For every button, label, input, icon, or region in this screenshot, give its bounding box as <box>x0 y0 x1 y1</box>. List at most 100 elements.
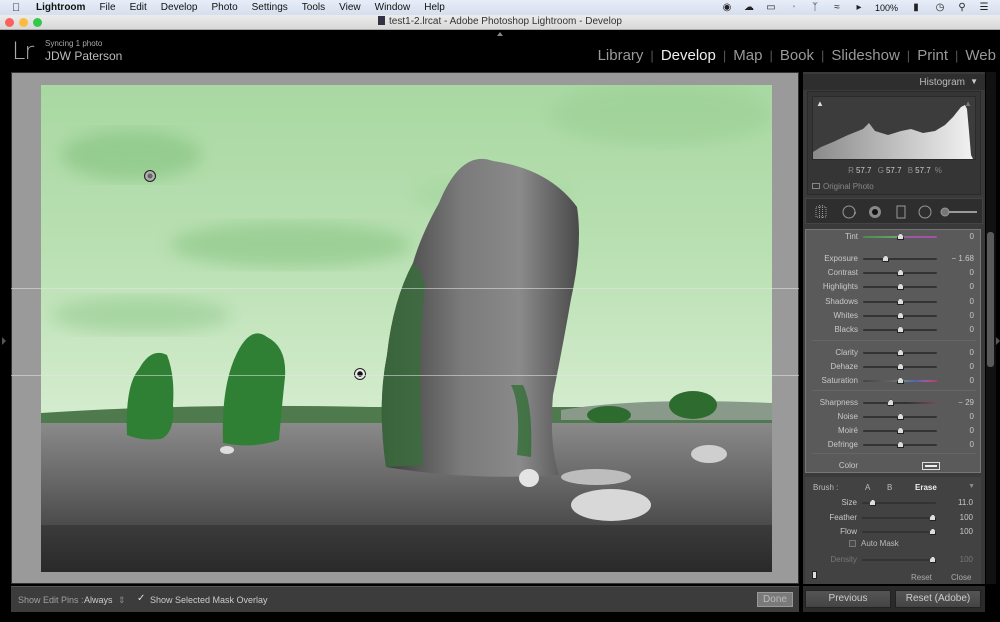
module-print[interactable]: Print <box>910 47 955 64</box>
menu-help[interactable]: Help <box>424 2 445 13</box>
clarity-knob[interactable] <box>897 349 904 356</box>
sharpness-slider[interactable] <box>863 399 937 406</box>
shadows-slider[interactable] <box>863 298 937 305</box>
saturation-knob[interactable] <box>897 377 904 384</box>
density-knob[interactable] <box>929 556 937 563</box>
whites-knob[interactable] <box>897 312 904 319</box>
dehaze-knob[interactable] <box>897 363 904 370</box>
tint-value[interactable]: 0 <box>970 232 974 241</box>
overlay-checkbox[interactable]: ✓ <box>137 593 145 604</box>
moire-knob[interactable] <box>897 427 904 434</box>
brush-erase-tab[interactable]: Erase <box>915 483 937 492</box>
bluetooth-icon[interactable]: ᛉ <box>809 2 821 13</box>
size-slider[interactable] <box>862 499 936 506</box>
whites-slider[interactable] <box>863 312 937 319</box>
highlight-clipping-icon[interactable]: ▲ <box>964 99 972 108</box>
collapse-triangle-icon[interactable]: ▼ <box>968 483 975 490</box>
right-panel-toggle-icon[interactable] <box>996 337 1000 345</box>
volume-icon[interactable]: ▸ <box>853 2 865 13</box>
tint-knob[interactable] <box>897 233 904 240</box>
image-viewer[interactable] <box>11 72 799 584</box>
feather-value[interactable]: 100 <box>960 513 973 522</box>
brush-reset-button[interactable]: Reset <box>911 573 932 582</box>
menu-window[interactable]: Window <box>375 2 411 13</box>
menu-view[interactable]: View <box>339 2 361 13</box>
edit-pin[interactable] <box>144 170 156 182</box>
noise-value[interactable]: 0 <box>970 412 974 421</box>
flow-slider[interactable] <box>862 528 937 535</box>
clarity-value[interactable]: 0 <box>970 348 974 357</box>
dehaze-slider[interactable] <box>863 363 937 370</box>
shadows-knob[interactable] <box>897 298 904 305</box>
time-machine-icon[interactable]: ◔ <box>787 2 799 13</box>
dehaze-value[interactable]: 0 <box>970 362 974 371</box>
menu-tools[interactable]: Tools <box>302 2 325 13</box>
noise-knob[interactable] <box>897 413 904 420</box>
feather-knob[interactable] <box>929 514 937 521</box>
module-web[interactable]: Web <box>958 47 996 64</box>
contrast-knob[interactable] <box>897 269 904 276</box>
menu-edit[interactable]: Edit <box>130 2 147 13</box>
histogram-header[interactable]: Histogram ▼ <box>803 74 985 90</box>
blacks-knob[interactable] <box>897 326 904 333</box>
module-map[interactable]: Map <box>726 47 769 64</box>
menu-develop[interactable]: Develop <box>161 2 198 13</box>
contrast-slider[interactable] <box>863 269 937 276</box>
auto-mask-checkbox[interactable] <box>849 540 856 547</box>
menu-settings[interactable]: Settings <box>252 2 288 13</box>
highlights-slider[interactable] <box>863 283 937 290</box>
size-knob[interactable] <box>869 499 877 506</box>
spotlight-icon[interactable]: ⚲ <box>956 2 968 13</box>
previous-button[interactable]: Previous <box>805 590 891 608</box>
cloud-icon[interactable]: ☁ <box>743 2 755 13</box>
size-value[interactable]: 11.0 <box>958 498 973 507</box>
brush-close-button[interactable]: Close <box>951 573 971 582</box>
flow-knob[interactable] <box>929 528 937 535</box>
adjustment-brush-icon[interactable] <box>940 205 980 219</box>
menu-photo[interactable]: Photo <box>212 2 238 13</box>
original-photo-toggle[interactable]: Original Photo <box>812 182 874 191</box>
exposure-knob[interactable] <box>882 255 890 262</box>
histogram-graph[interactable]: ▲ ▲ <box>812 96 976 160</box>
auto-mask-label[interactable]: Auto Mask <box>861 539 899 548</box>
panel-switch-icon[interactable] <box>812 571 817 579</box>
defringe-knob[interactable] <box>897 441 904 448</box>
identity-plate[interactable]: Syncing 1 photo JDW Paterson <box>45 39 122 63</box>
defringe-slider[interactable] <box>863 441 937 448</box>
tint-slider[interactable] <box>863 233 937 240</box>
show-edit-pins-select[interactable]: Always <box>84 595 113 605</box>
module-slideshow[interactable]: Slideshow <box>824 47 906 64</box>
collapse-triangle-icon[interactable]: ▼ <box>970 77 978 86</box>
menu-lightroom[interactable]: Lightroom <box>36 2 85 13</box>
density-slider[interactable] <box>862 556 937 563</box>
whites-value[interactable]: 0 <box>970 311 974 320</box>
module-library[interactable]: Library <box>591 47 651 64</box>
moire-value[interactable]: 0 <box>970 426 974 435</box>
color-swatch[interactable] <box>922 462 940 470</box>
saturation-slider[interactable] <box>863 377 937 384</box>
module-develop[interactable]: Develop <box>654 47 723 64</box>
moire-slider[interactable] <box>863 427 937 434</box>
highlights-knob[interactable] <box>897 283 904 290</box>
left-panel-toggle-icon[interactable] <box>2 337 6 345</box>
done-button[interactable]: Done <box>757 592 793 607</box>
overlay-label[interactable]: Show Selected Mask Overlay <box>150 595 268 605</box>
top-panel-toggle-icon[interactable] <box>497 32 503 36</box>
module-book[interactable]: Book <box>773 47 821 64</box>
battery-icon[interactable]: ▮ <box>908 2 924 13</box>
scrollbar-thumb[interactable] <box>987 232 994 367</box>
shadow-clipping-icon[interactable]: ▲ <box>816 99 824 108</box>
brush-a-tab[interactable]: A <box>865 483 870 492</box>
menu-file[interactable]: File <box>99 2 115 13</box>
shield-icon[interactable]: ◉ <box>721 2 733 13</box>
contrast-value[interactable]: 0 <box>970 268 974 277</box>
saturation-value[interactable]: 0 <box>970 376 974 385</box>
photo-canvas[interactable] <box>41 85 772 572</box>
clock-icon[interactable]: ◷ <box>934 2 946 13</box>
noise-slider[interactable] <box>863 413 937 420</box>
apple-menu-icon[interactable]:  <box>12 2 26 14</box>
shadows-value[interactable]: 0 <box>970 297 974 306</box>
crop-overlay-icon[interactable] <box>814 205 828 219</box>
blacks-value[interactable]: 0 <box>970 325 974 334</box>
feather-slider[interactable] <box>862 514 937 521</box>
